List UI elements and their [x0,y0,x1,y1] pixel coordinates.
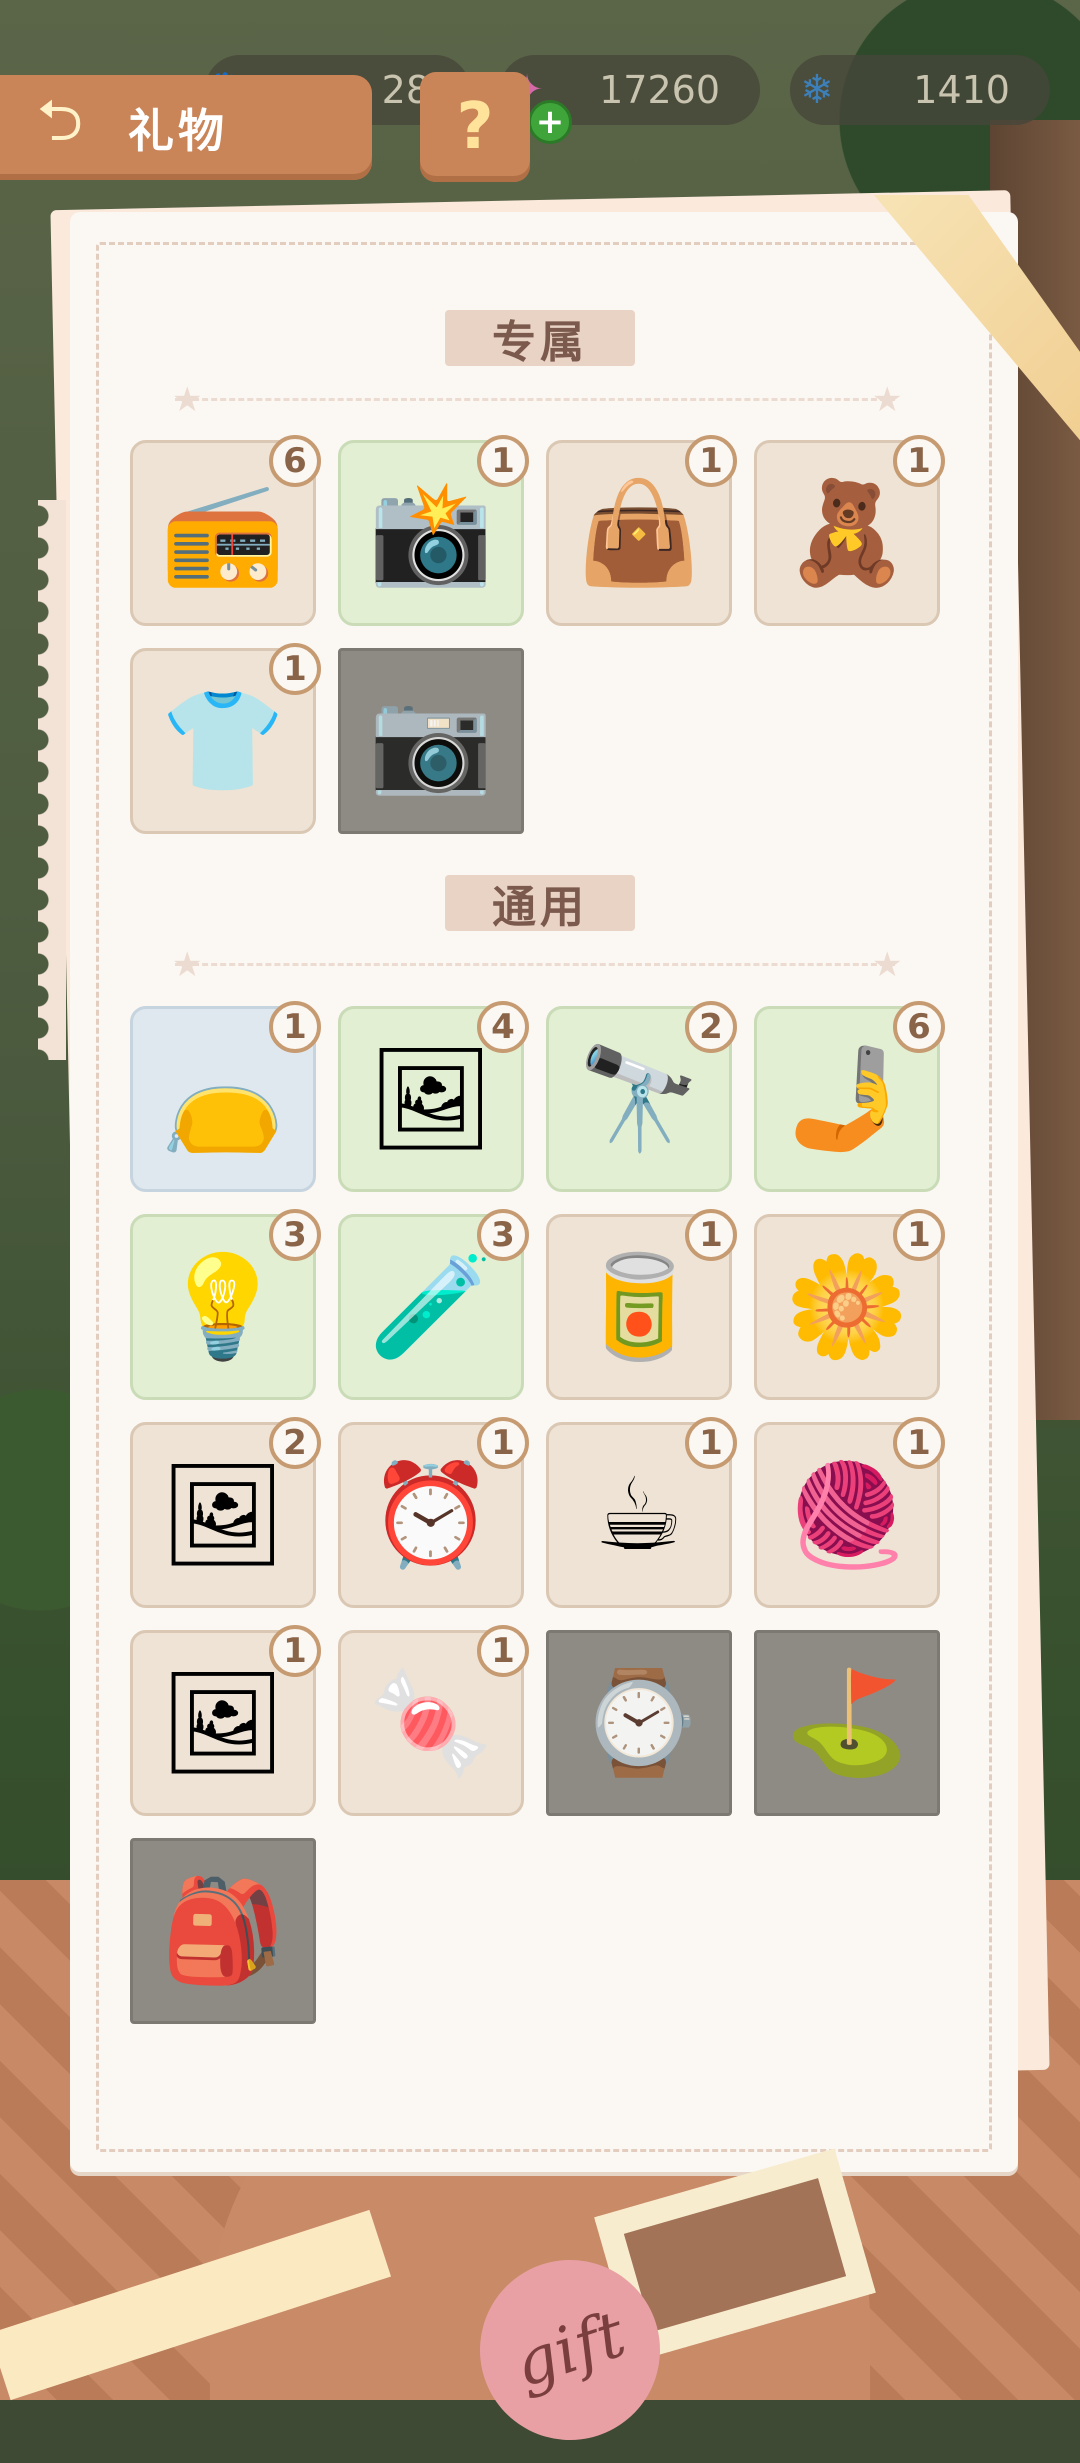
gift-slot-leather-pouch[interactable]: 👝 1 [130,1001,321,1192]
count-badge: 1 [893,1209,945,1261]
title-bar: ⮌ 礼物 [0,75,372,180]
easel-icon: 🖼 [367,1040,495,1157]
gift-slot-golf-bag[interactable]: ⛳ [754,1630,940,1816]
general-gift-grid: 👝 1 🖼 4 🔭 2 🤳 6 💡 3 🧪 3 🥫 1 🌼 1 🖼 2 ⏰ 1 ☕ 1 🧶 1 🖼 1 🍬 1 ⌚ ⛳ 🎒 [130,1001,945,2024]
selfie-stick-icon: 🤳 [784,1040,910,1157]
section-title-exclusive: 专属 [445,310,635,368]
count-badge: 3 [269,1209,321,1261]
tree-tote-bag-icon: 👜 [576,474,702,591]
gift-slot-backpack[interactable]: 🎒 [130,1838,316,2024]
rainbow-pillow-icon: 🧸 [784,474,910,591]
gift-slot-bear-tin[interactable]: 🥫 1 [546,1209,737,1400]
gift-slot-telescope[interactable]: 🔭 2 [546,1001,737,1192]
golf-bag-icon: ⛳ [784,1664,910,1781]
section-divider [175,398,895,404]
gift-slot-record-player[interactable]: 📻 6 [130,435,321,626]
back-arrow-icon[interactable]: ⮌ [0,75,120,180]
gift-slot-potion-bottle[interactable]: 🧪 3 [338,1209,529,1400]
section-divider [175,963,895,969]
currency-snowflake-value: 1410 [913,68,1010,112]
gift-slot-candy-box[interactable]: 🍬 1 [338,1625,529,1816]
count-badge: 1 [269,643,321,695]
count-badge: 1 [893,1417,945,1469]
gift-slot-flower-coaster[interactable]: 🌼 1 [754,1209,945,1400]
count-badge: 1 [477,435,529,487]
count-badge: 4 [477,1001,529,1053]
star-decoration-icon: ★ [872,945,903,985]
gift-slot-tree-tote-bag[interactable]: 👜 1 [546,435,737,626]
currency-snowflake: ❄ 1410 [790,55,1050,125]
exclusive-gift-grid: 📻 6 📸 1 👜 1 🧸 1 👕 1 📷 [130,435,945,834]
photo-frame-icon: 🖼 [159,1664,287,1781]
candy-box-icon: 🍬 [368,1664,494,1781]
star-decoration-icon: ★ [872,380,903,420]
gift-slot-cat-tshirt[interactable]: 👕 1 [130,643,321,834]
gift-slot-photo-frame[interactable]: 🖼 1 [130,1625,321,1816]
stamp-edge-decoration [38,500,66,1060]
heart-mug-icon: ☕ [594,1456,684,1573]
gift-tag-text: gift [505,2297,635,2403]
gift-slot-yarn-kettlebell[interactable]: 🧶 1 [754,1417,945,1608]
instant-camera-icon: 📸 [368,474,494,591]
gift-slot-vintage-camera[interactable]: 📷 [338,648,524,834]
leather-pouch-icon: 👝 [160,1040,286,1157]
gift-slot-rainbow-pillow[interactable]: 🧸 1 [754,435,945,626]
gift-slot-heart-mug[interactable]: ☕ 1 [546,1417,737,1608]
count-badge: 1 [269,1001,321,1053]
vintage-camera-icon: 📷 [368,682,494,799]
wristwatch-icon: ⌚ [576,1664,702,1781]
gift-slot-desk-lamp[interactable]: 💡 3 [130,1209,321,1400]
currency-star-value: 17260 [599,68,720,112]
gift-slot-instant-camera[interactable]: 📸 1 [338,435,529,626]
count-badge: 1 [893,435,945,487]
gift-slot-selfie-stick[interactable]: 🤳 6 [754,1001,945,1192]
telescope-icon: 🔭 [576,1040,702,1157]
landscape-painting-icon: 🖼 [159,1456,287,1573]
count-badge: 1 [685,435,737,487]
digital-clock-icon: ⏰ [368,1456,494,1573]
gift-slot-landscape-painting[interactable]: 🖼 2 [130,1417,321,1608]
count-badge: 2 [685,1001,737,1053]
count-badge: 1 [269,1625,321,1677]
snowflake-icon: ❄ [800,67,834,113]
count-badge: 6 [269,435,321,487]
count-badge: 1 [685,1417,737,1469]
count-badge: 1 [685,1209,737,1261]
count-badge: 6 [893,1001,945,1053]
count-badge: 3 [477,1209,529,1261]
section-title-general: 通用 [445,875,635,933]
count-badge: 1 [477,1625,529,1677]
help-button[interactable]: ? [420,72,530,182]
gift-slot-digital-clock[interactable]: ⏰ 1 [338,1417,529,1608]
count-badge: 1 [477,1417,529,1469]
potion-bottle-icon: 🧪 [368,1248,494,1365]
add-star-button[interactable]: + [528,100,572,144]
cat-tshirt-icon: 👕 [160,682,286,799]
desk-lamp-icon: 💡 [160,1248,286,1365]
yarn-kettlebell-icon: 🧶 [784,1456,910,1573]
gift-slot-wristwatch[interactable]: ⌚ [546,1630,732,1816]
page-title: 礼物 [128,103,228,158]
flower-coaster-icon: 🌼 [784,1248,910,1365]
record-player-icon: 📻 [160,474,286,591]
bear-tin-icon: 🥫 [576,1248,702,1365]
top-bar: 🐾 28 ✦ 17260 + ❄ 1410 ⮌ 礼物 ? [0,0,1080,182]
gift-slot-easel[interactable]: 🖼 4 [338,1001,529,1192]
count-badge: 2 [269,1417,321,1469]
backpack-icon: 🎒 [160,1872,286,1989]
